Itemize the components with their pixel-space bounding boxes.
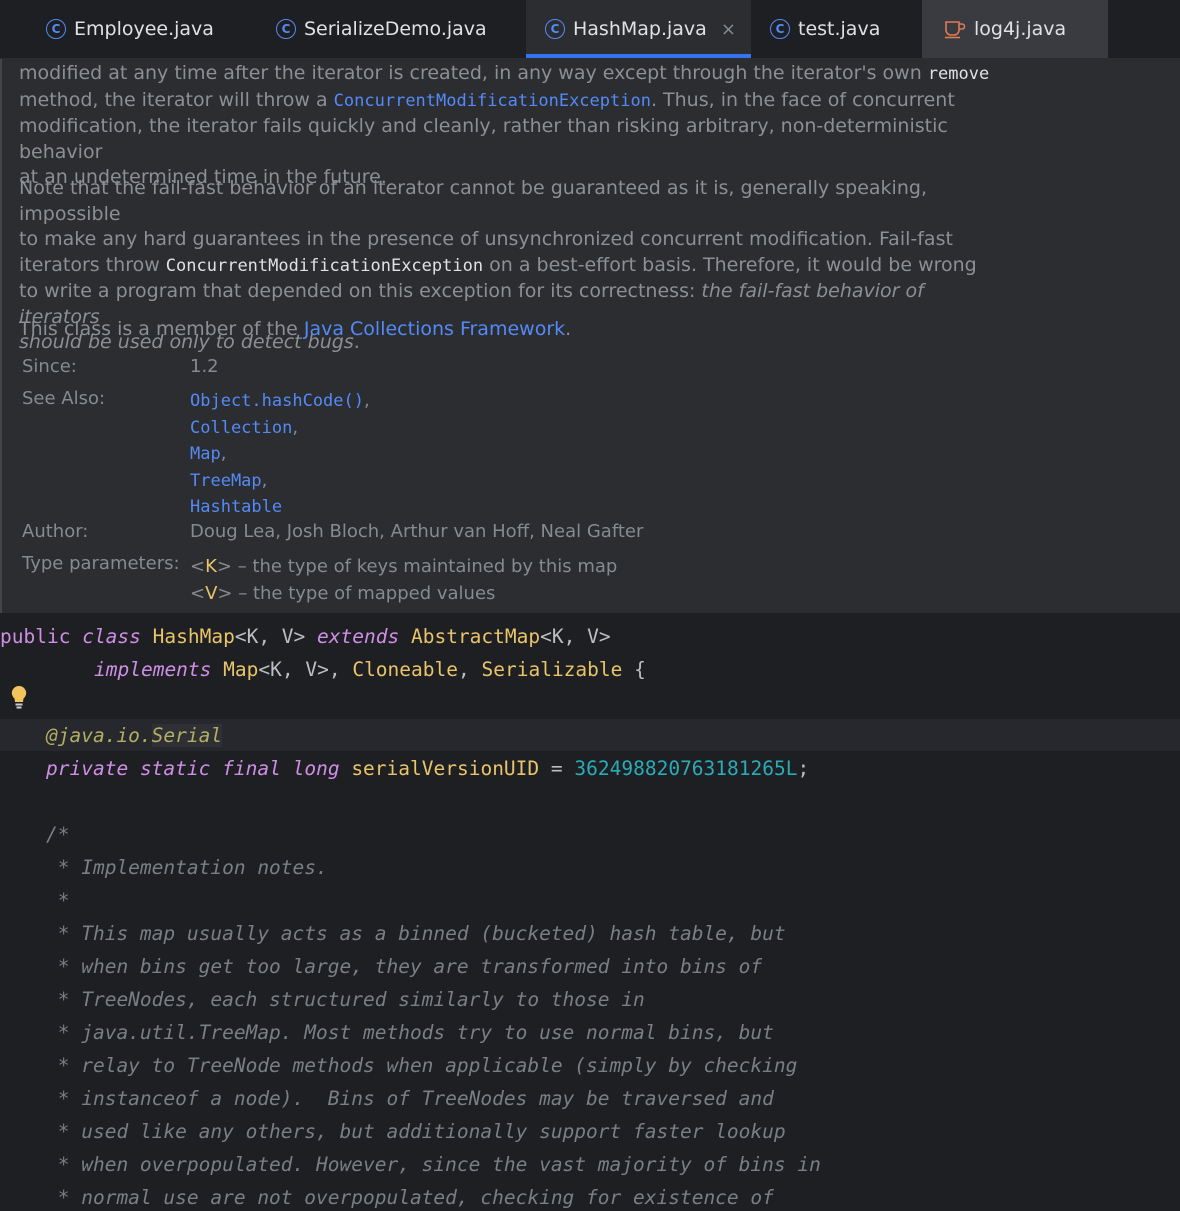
comment-line: * when bins get too large, they are tran…	[46, 955, 763, 978]
tab-label: log4j.java	[974, 18, 1067, 40]
since-value: 1.2	[190, 356, 219, 377]
tab-label: test.java	[798, 18, 881, 40]
since-label: Since:	[22, 356, 77, 377]
inline-code: ConcurrentModificationException	[165, 255, 484, 276]
comment-line: * normal use are not overpopulated, chec…	[46, 1186, 774, 1209]
class-icon: C	[770, 19, 790, 39]
doc-link[interactable]: ConcurrentModificationException	[334, 91, 651, 111]
comment-line: /*	[46, 823, 70, 846]
tab-label: Employee.java	[74, 18, 214, 40]
tab-employee-java[interactable]: C Employee.java	[46, 0, 246, 58]
tab-hashmap-java[interactable]: C HashMap.java ×	[526, 0, 751, 58]
doc-paragraph-member: This class is a member of the Java Colle…	[19, 318, 572, 340]
lightbulb-icon[interactable]	[11, 685, 27, 711]
code-line-serial-uid: private static final long serialVersionU…	[46, 757, 810, 780]
see-also-link[interactable]: Map	[190, 444, 221, 464]
see-also-link[interactable]: Collection	[190, 418, 292, 438]
inline-code: remove	[927, 64, 990, 84]
see-also-link[interactable]: Object.hashCode()	[190, 391, 364, 411]
type-params-list: <K> – the type of keys maintained by thi…	[190, 556, 618, 604]
class-icon: C	[545, 19, 565, 39]
code-line-annotation: @java.io.Serial	[46, 724, 223, 747]
tab-label: HashMap.java	[573, 18, 707, 40]
code-editor[interactable]: public class HashMap<K, V> extends Abstr…	[0, 613, 1180, 1209]
comment-line: * TreeNodes, each structured similarly t…	[46, 988, 645, 1011]
comment-line: * This map usually acts as a binned (buc…	[46, 922, 786, 945]
rendered-javadoc: modified at any time after the iterator …	[0, 59, 1180, 613]
code-line-implements: implements Map<K, V>, Cloneable, Seriali…	[94, 658, 646, 681]
tab-test-java[interactable]: C test.java	[770, 0, 920, 58]
comment-line: * used like any others, but additionally…	[46, 1120, 786, 1143]
tab-serializedemo-java[interactable]: C SerializeDemo.java	[276, 0, 496, 58]
coffee-cup-icon	[945, 21, 966, 39]
author-value: Doug Lea, Josh Bloch, Arthur van Hoff, N…	[190, 521, 644, 542]
see-also-label: See Also:	[22, 388, 106, 409]
code-line-class-decl: public class HashMap<K, V> extends Abstr…	[0, 625, 611, 648]
doc-link[interactable]: Java Collections Framework	[304, 318, 565, 340]
tab-label: SerializeDemo.java	[304, 18, 487, 40]
see-also-list: Object.hashCode(), Collection, Map, Tree…	[190, 390, 370, 517]
author-label: Author:	[22, 521, 89, 542]
tab-log4j-java[interactable]: log4j.java	[922, 0, 1108, 58]
comment-line: * java.util.TreeMap. Most methods try to…	[46, 1021, 774, 1044]
comment-line: * relay to TreeNode methods when applica…	[46, 1054, 798, 1077]
close-icon[interactable]: ×	[721, 19, 736, 40]
class-icon: C	[276, 19, 296, 39]
comment-line: * when overpopulated. However, since the…	[46, 1153, 821, 1176]
editor-tab-bar: C Employee.java C SerializeDemo.java C H…	[0, 0, 1180, 59]
class-icon: C	[46, 19, 66, 39]
doc-paragraph-iterator: modified at any time after the iterator …	[19, 62, 990, 188]
comment-line: *	[46, 889, 70, 912]
type-params-label: Type parameters:	[22, 553, 180, 574]
see-also-link[interactable]: Hashtable	[190, 497, 282, 517]
comment-line: * instanceof a node). Bins of TreeNodes …	[46, 1087, 774, 1110]
comment-line: * Implementation notes.	[46, 856, 328, 879]
see-also-link[interactable]: TreeMap	[190, 471, 262, 491]
